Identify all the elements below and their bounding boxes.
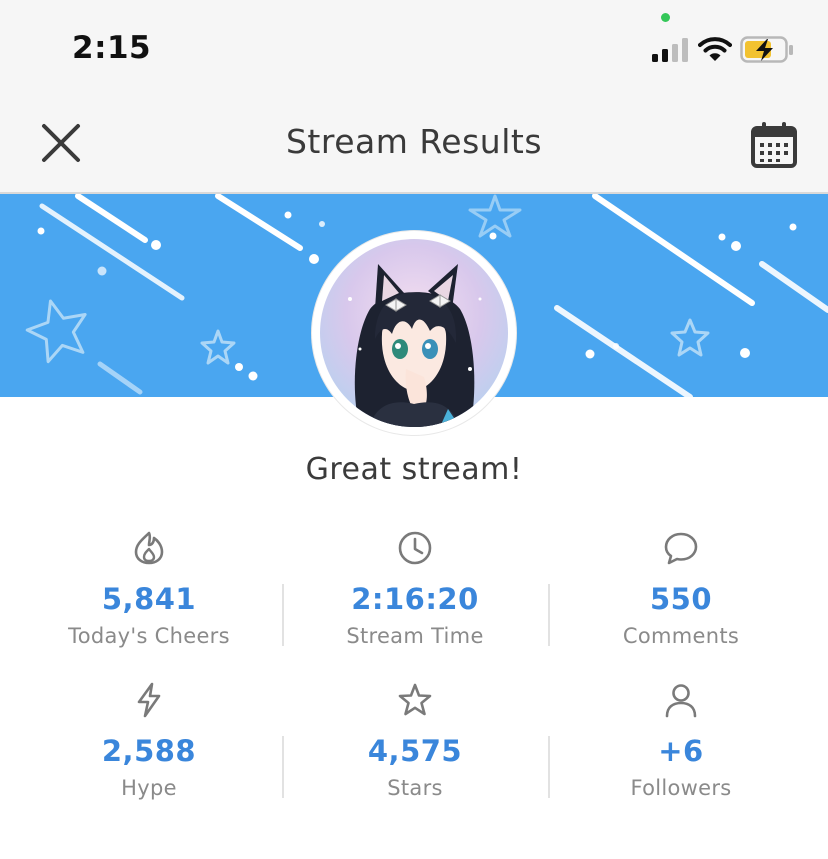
camera-indicator-icon (661, 13, 670, 22)
stat-label: Today's Cheers (68, 624, 230, 648)
stat-comments: 550 Comments (548, 520, 814, 672)
status-time: 2:15 (72, 30, 152, 66)
stat-value: 550 (649, 582, 713, 616)
stat-label: Hype (121, 776, 177, 800)
flame-icon (134, 531, 164, 565)
person-icon (665, 684, 697, 718)
stat-followers: +6 Followers (548, 672, 814, 824)
wifi-icon (698, 37, 732, 61)
stat-label: Followers (630, 776, 732, 800)
stats-grid: 5,841 Today's Cheers 2:16:20 Stream Time… (16, 520, 813, 824)
star-icon (398, 683, 432, 716)
stat-label: Stars (387, 776, 443, 800)
stats-row: 2,588 Hype 4,575 Stars +6 Followers (16, 672, 813, 824)
avatar[interactable] (312, 231, 516, 435)
stat-value: +6 (658, 734, 704, 768)
comment-icon (664, 532, 698, 565)
battery-charging-icon (740, 36, 793, 63)
nav-bar: Stream Results (0, 96, 828, 194)
stats-row: 5,841 Today's Cheers 2:16:20 Stream Time… (16, 520, 813, 672)
lightning-icon (137, 682, 161, 718)
stat-value: 2:16:20 (351, 582, 479, 616)
greeting-message: Great stream! (305, 452, 523, 487)
stat-label: Stream Time (346, 624, 484, 648)
stat-value: 2,588 (101, 734, 197, 768)
clock-icon (398, 531, 432, 565)
page-title: Stream Results (285, 122, 543, 161)
stat-value: 5,841 (101, 582, 197, 616)
avatar-image (320, 239, 508, 427)
stat-todays-cheers: 5,841 Today's Cheers (16, 520, 282, 672)
calendar-icon[interactable] (749, 120, 799, 170)
signal-icon (652, 38, 688, 62)
stat-stream-time: 2:16:20 Stream Time (282, 520, 548, 672)
stat-hype: 2,588 Hype (16, 672, 282, 824)
stat-label: Comments (622, 624, 740, 648)
stat-value: 4,575 (367, 734, 463, 768)
stat-stars: 4,575 Stars (282, 672, 548, 824)
status-bar: 2:15 (0, 0, 828, 96)
